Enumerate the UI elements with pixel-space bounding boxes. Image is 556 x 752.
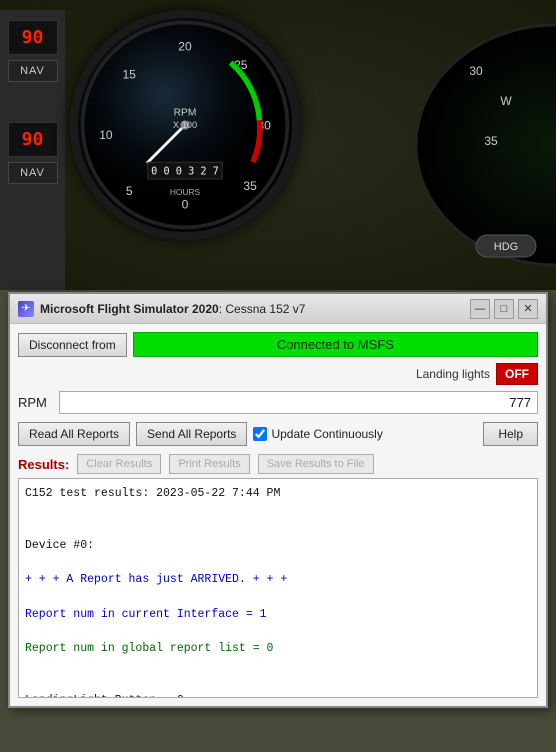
indicator-2: 90 xyxy=(8,122,58,157)
result-line: + + + A Report has just ARRIVED. + + + xyxy=(25,571,531,588)
app-name: Microsoft Flight Simulator 2020 xyxy=(40,302,219,316)
actions-row: Read All Reports Send All Reports Update… xyxy=(18,422,538,446)
compass-area: 30 W 35 HDG xyxy=(396,15,556,275)
read-reports-button[interactable]: Read All Reports xyxy=(18,422,130,446)
maximize-button[interactable]: □ xyxy=(494,299,514,319)
update-continuously-checkbox[interactable] xyxy=(253,427,267,441)
svg-text:35: 35 xyxy=(243,179,257,193)
svg-text:0 0 0 3 2 7: 0 0 0 3 2 7 xyxy=(151,166,219,177)
svg-text:5: 5 xyxy=(126,184,133,198)
landing-lights-toggle[interactable]: OFF xyxy=(496,363,538,385)
titlebar: ✈ Microsoft Flight Simulator 2020: Cessn… xyxy=(10,294,546,324)
svg-text:HDG: HDG xyxy=(494,241,518,253)
app-icon: ✈ xyxy=(18,301,34,317)
update-continuously-text: Update Continuously xyxy=(271,427,382,441)
svg-text:35: 35 xyxy=(484,134,498,148)
svg-text:10: 10 xyxy=(99,128,113,142)
help-button[interactable]: Help xyxy=(483,422,538,446)
svg-text:15: 15 xyxy=(122,67,136,81)
disconnect-button[interactable]: Disconnect from xyxy=(18,333,127,357)
titlebar-left: ✈ Microsoft Flight Simulator 2020: Cessn… xyxy=(18,301,305,317)
titlebar-text: Microsoft Flight Simulator 2020: Cessna … xyxy=(40,302,305,316)
svg-text:RPM: RPM xyxy=(174,108,197,119)
result-line: Report num in global report list = 0 xyxy=(25,640,531,657)
send-reports-button[interactable]: Send All Reports xyxy=(136,422,247,446)
connection-row: Disconnect from Connected to MSFS xyxy=(18,332,538,357)
minimize-button[interactable]: — xyxy=(470,299,490,319)
rpm-row: RPM 777 xyxy=(18,391,538,414)
landing-lights-row: Landing lights OFF xyxy=(18,363,538,385)
connection-status: Connected to MSFS xyxy=(133,332,538,357)
result-line: LandingLight_Button = 0 xyxy=(25,692,531,698)
results-text-area[interactable]: C152 test results: 2023-05-22 7:44 PM Dev… xyxy=(18,478,538,698)
application-window: ✈ Microsoft Flight Simulator 2020: Cessn… xyxy=(8,292,548,708)
save-results-button[interactable]: Save Results to File xyxy=(258,454,374,474)
titlebar-controls[interactable]: — □ ✕ xyxy=(470,299,538,319)
landing-lights-label: Landing lights xyxy=(416,367,490,381)
svg-text:20: 20 xyxy=(178,40,192,54)
nav-label-2: NAV xyxy=(8,162,58,184)
svg-text:30: 30 xyxy=(469,64,483,78)
result-line: Device #0: xyxy=(25,537,531,554)
results-label: Results: xyxy=(18,457,69,472)
update-continuously-label[interactable]: Update Continuously xyxy=(253,427,382,441)
nav-label-1: NAV xyxy=(8,60,58,82)
svg-text:0: 0 xyxy=(182,198,189,212)
rpm-value: 777 xyxy=(59,391,538,414)
window-body: Disconnect from Connected to MSFS Landin… xyxy=(10,324,546,706)
close-button[interactable]: ✕ xyxy=(518,299,538,319)
clear-results-button[interactable]: Clear Results xyxy=(77,454,161,474)
rpm-gauge: 0 5 10 15 20 25 30 35 RPM X 100 xyxy=(70,10,310,280)
print-results-button[interactable]: Print Results xyxy=(169,454,249,474)
result-line: C152 test results: 2023-05-22 7:44 PM xyxy=(25,485,531,502)
indicator-1: 90 xyxy=(8,20,58,55)
results-header: Results: Clear Results Print Results Sav… xyxy=(18,454,538,474)
svg-text:X 100: X 100 xyxy=(173,120,197,130)
svg-text:HOURS: HOURS xyxy=(170,187,201,197)
left-panel: 90 NAV 90 NAV xyxy=(0,10,65,290)
result-line: Report num in current Interface = 1 xyxy=(25,606,531,623)
rpm-label: RPM xyxy=(18,395,53,410)
svg-text:W: W xyxy=(500,94,512,108)
cockpit-background: 90 NAV 90 NAV 0 5 10 15 xyxy=(0,0,556,290)
title-rest: Cessna 152 v7 xyxy=(225,302,305,316)
